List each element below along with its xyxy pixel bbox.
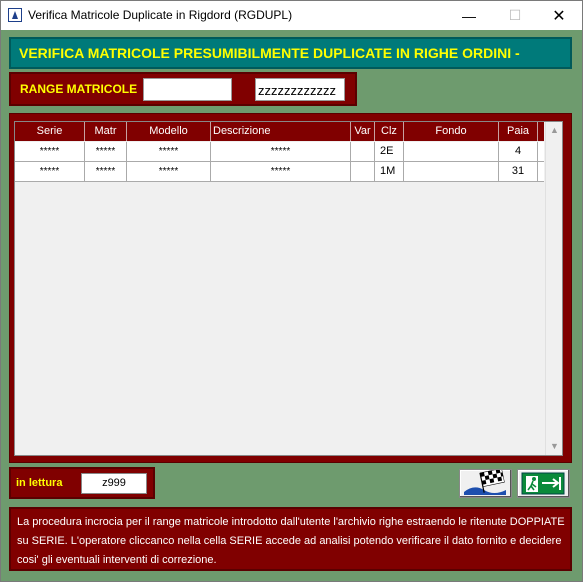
column-header-descrizione[interactable]: Descrizione (211, 122, 351, 141)
window-title: Verifica Matricole Duplicate in Rigdord … (28, 8, 293, 22)
cell-paia[interactable]: 31 (499, 162, 538, 181)
info-text: La procedura incrocia per il range matri… (17, 516, 565, 566)
range-label: RANGE MATRICOLE (20, 82, 138, 96)
exit-door-icon (521, 472, 565, 495)
table-row[interactable]: ***** ***** ***** ***** 1M 31 (15, 162, 544, 182)
cell-serie[interactable]: ***** (15, 162, 85, 181)
exit-button[interactable] (517, 469, 570, 498)
results-grid[interactable]: Serie Matr Modello Descrizione Var Clz F… (14, 121, 563, 456)
column-header-fondo[interactable]: Fondo (404, 122, 499, 141)
maximize-button[interactable]: ☐ (492, 1, 538, 30)
column-header-matr[interactable]: Matr (85, 122, 127, 141)
cell-fondo[interactable] (404, 162, 499, 181)
column-header-var[interactable]: Var (351, 122, 375, 141)
cell-modello[interactable]: ***** (127, 142, 211, 161)
scroll-up-icon[interactable]: ▲ (546, 122, 563, 139)
cell-clz[interactable]: 2E (375, 142, 404, 161)
column-header-filler (538, 122, 544, 141)
column-header-clz[interactable]: Clz (375, 122, 404, 141)
column-header-serie[interactable]: Serie (15, 122, 85, 141)
cell-matr[interactable]: ***** (85, 162, 127, 181)
grid-panel: Serie Matr Modello Descrizione Var Clz F… (9, 113, 572, 463)
main-window: Verifica Matricole Duplicate in Rigdord … (0, 0, 583, 582)
range-to-input[interactable]: zzzzzzzzzzzz (255, 78, 345, 101)
info-panel: La procedura incrocia per il range matri… (9, 507, 572, 571)
cell-matr[interactable]: ***** (85, 142, 127, 161)
cell-modello[interactable]: ***** (127, 162, 211, 181)
vertical-scrollbar[interactable]: ▲ ▼ (545, 122, 562, 455)
cell-clz[interactable]: 1M (375, 162, 404, 181)
header-banner: VERIFICA MATRICOLE PRESUMIBILMENTE DUPLI… (9, 37, 572, 69)
cell-descrizione[interactable]: ***** (211, 142, 351, 161)
cell-descrizione[interactable]: ***** (211, 162, 351, 181)
grid-header: Serie Matr Modello Descrizione Var Clz F… (15, 122, 544, 141)
minimize-button[interactable]: — (446, 1, 492, 30)
cell-filler (538, 142, 544, 161)
cell-fondo[interactable] (404, 142, 499, 161)
cell-var[interactable] (351, 162, 375, 181)
run-button[interactable] (459, 468, 512, 498)
range-from-input[interactable] (143, 78, 232, 101)
reading-value-field: z999 (81, 473, 147, 494)
column-header-modello[interactable]: Modello (127, 122, 211, 141)
range-panel: RANGE MATRICOLE zzzzzzzzzzzz (9, 72, 357, 106)
checkered-flag-icon (464, 468, 506, 495)
scroll-down-icon[interactable]: ▼ (546, 438, 563, 455)
close-button[interactable]: ✕ (536, 1, 582, 30)
cell-var[interactable] (351, 142, 375, 161)
app-icon[interactable] (8, 8, 22, 22)
title-bar: Verifica Matricole Duplicate in Rigdord … (1, 1, 582, 30)
cell-paia[interactable]: 4 (499, 142, 538, 161)
table-row[interactable]: ***** ***** ***** ***** 2E 4 (15, 142, 544, 162)
reading-panel: in lettura z999 (9, 467, 155, 499)
column-header-paia[interactable]: Paia (499, 122, 538, 141)
reading-label: in lettura (16, 477, 63, 489)
cell-filler (538, 162, 544, 181)
header-title: VERIFICA MATRICOLE PRESUMIBILMENTE DUPLI… (19, 45, 520, 61)
cell-serie[interactable]: ***** (15, 142, 85, 161)
